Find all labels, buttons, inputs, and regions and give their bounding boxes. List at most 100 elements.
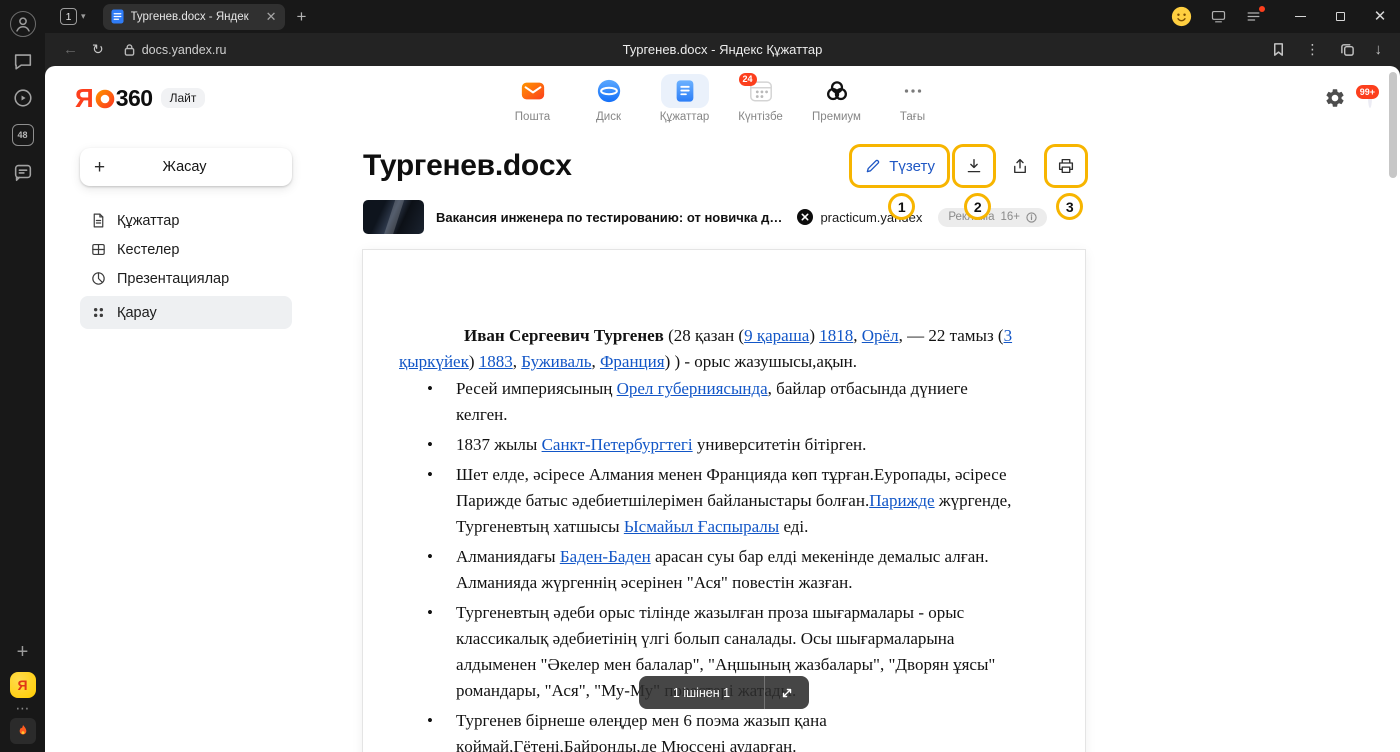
- nav-label: Пошта: [515, 111, 550, 123]
- content-area: Тургенев.docx Түзету: [341, 130, 1400, 752]
- back-icon[interactable]: ←: [63, 41, 78, 58]
- tab-counter-button[interactable]: 1 ▾: [52, 4, 94, 30]
- extensions-kebab-icon[interactable]: ⋮: [1306, 41, 1320, 58]
- menu-icon[interactable]: [1245, 8, 1262, 25]
- scrollbar-thumb[interactable]: [1389, 72, 1397, 178]
- doc-link[interactable]: Франция: [600, 352, 665, 371]
- bookmark-icon[interactable]: [1271, 42, 1286, 57]
- plus-icon: +: [94, 158, 105, 177]
- ad-headline[interactable]: Вакансия инженера по тестированию: от но…: [436, 210, 785, 225]
- app-48-icon[interactable]: 48: [10, 122, 36, 148]
- doc-bullet: Алманиядағы Баден-Баден арасан суы бар е…: [399, 544, 1023, 596]
- doc-link[interactable]: 1883: [479, 352, 513, 371]
- nav-mail[interactable]: Пошта: [495, 74, 571, 123]
- active-tab[interactable]: Тургенев.docx - Яндек ✕: [103, 4, 285, 30]
- downloads-icon[interactable]: ↓: [1375, 41, 1383, 58]
- profile-avatar-icon[interactable]: [1171, 6, 1192, 27]
- presentation-icon: [90, 270, 107, 287]
- download-button[interactable]: [955, 147, 993, 185]
- address-bar-title: Тургенев.docx - Яндекс Құжаттар: [623, 42, 823, 57]
- more-icon: [900, 78, 926, 104]
- doc-link[interactable]: 9 қараша: [744, 326, 809, 345]
- yandex-logo-icon[interactable]: Я: [10, 672, 36, 698]
- app-body: + Жасау Құжаттар Кестелер: [45, 130, 1400, 752]
- app-48-badge: 48: [12, 124, 34, 146]
- person-icon: [12, 13, 34, 35]
- logo-badge: Лайт: [161, 88, 206, 108]
- maximize-button[interactable]: [1320, 0, 1360, 33]
- yandex-360-logo[interactable]: Я 360 Лайт: [75, 85, 205, 111]
- sidebar-list: Құжаттар Кестелер Презентациялар Қа: [80, 206, 292, 329]
- copy-tabs-icon[interactable]: [1340, 42, 1355, 57]
- devices-icon[interactable]: [1210, 8, 1227, 25]
- print-icon: [1057, 157, 1075, 175]
- settings-gear-icon[interactable]: [1324, 87, 1346, 109]
- docs-icon: [672, 78, 698, 104]
- doc-link[interactable]: Парижде: [869, 491, 934, 510]
- share-button[interactable]: [1001, 147, 1039, 185]
- tab-close-icon[interactable]: ✕: [266, 10, 277, 23]
- nav-label: Премиум: [812, 111, 861, 123]
- page-title: Тургенев.docx: [363, 149, 572, 183]
- nav-label: Құжаттар: [660, 111, 709, 123]
- nav-calendar[interactable]: 24 Күнтізбе: [723, 74, 799, 123]
- avatar-notification-badge: 99+: [1356, 85, 1379, 99]
- print-button[interactable]: [1047, 147, 1085, 185]
- doc-link[interactable]: Буживаль: [521, 352, 591, 371]
- sidebar-item-presentations[interactable]: Презентациялар: [80, 264, 292, 293]
- doc-link[interactable]: Орёл: [862, 326, 899, 345]
- services-nav: Пошта Диск Құжаттар: [495, 74, 951, 123]
- document-icon: [90, 212, 107, 229]
- docs-favicon: [111, 9, 124, 24]
- docs-sidebar: + Жасау Құжаттар Кестелер: [45, 130, 341, 752]
- url-text[interactable]: docs.yandex.ru: [142, 43, 227, 57]
- close-button[interactable]: ✕: [1360, 0, 1400, 33]
- info-icon[interactable]: [1026, 212, 1037, 223]
- sidebar-item-tables[interactable]: Кестелер: [80, 235, 292, 264]
- logo-ring-icon: [95, 89, 115, 109]
- user-avatar[interactable]: 99+: [1368, 89, 1372, 107]
- add-panel-icon[interactable]: +: [17, 642, 29, 662]
- nav-disk[interactable]: Диск: [571, 74, 647, 123]
- doc-link[interactable]: Ысмайыл Ғаспыралы: [624, 517, 779, 536]
- disk-icon: [596, 78, 622, 104]
- page-indicator-label: 1 ішінен 1: [639, 686, 764, 700]
- tab-title: Тургенев.docx - Яндек: [131, 11, 259, 23]
- nav-more[interactable]: Тағы: [875, 74, 951, 123]
- address-bar-actions: ⋮ ↓: [1271, 41, 1389, 58]
- fullscreen-button[interactable]: [765, 686, 809, 700]
- table-icon: [90, 241, 107, 258]
- profile-icon[interactable]: [10, 11, 36, 37]
- mail-icon: [520, 78, 546, 104]
- video-call-icon[interactable]: [10, 85, 36, 111]
- tab-bar: 1 ▾ Тургенев.docx - Яндек ✕ +: [45, 0, 1400, 33]
- share-icon: [1011, 157, 1029, 175]
- doc-link[interactable]: 1818: [819, 326, 853, 345]
- doc-link[interactable]: Баден-Баден: [560, 547, 651, 566]
- pinned-site-icon[interactable]: [10, 718, 36, 744]
- download-icon: [965, 157, 983, 175]
- expand-icon: [780, 686, 794, 700]
- nav-docs[interactable]: Құжаттар: [647, 74, 723, 123]
- chat-icon[interactable]: [10, 159, 36, 185]
- create-button[interactable]: + Жасау: [80, 148, 292, 186]
- sidebar-item-view[interactable]: Қарау: [80, 296, 292, 329]
- app-header: Я 360 Лайт Пошта: [45, 66, 1400, 130]
- reload-icon[interactable]: ↻: [92, 41, 104, 58]
- more-dots-icon[interactable]: ⋯: [16, 703, 30, 713]
- new-tab-button[interactable]: +: [297, 8, 307, 25]
- lock-icon[interactable]: [124, 43, 135, 56]
- messenger-icon[interactable]: [10, 48, 36, 74]
- ad-age-rating: 16+: [1000, 211, 1020, 223]
- doc-link[interactable]: Санкт-Петербургтегі: [542, 435, 693, 454]
- pencil-icon: [864, 157, 882, 175]
- minimize-button[interactable]: [1280, 0, 1320, 33]
- doc-link[interactable]: Орел губерниясында: [617, 379, 768, 398]
- yandex-docs-app: Я 360 Лайт Пошта: [45, 66, 1400, 752]
- logo-360: 360: [116, 87, 153, 110]
- edit-button[interactable]: Түзету: [852, 147, 947, 185]
- sidebar-item-documents[interactable]: Құжаттар: [80, 206, 292, 235]
- nav-premium[interactable]: Премиум: [799, 74, 875, 123]
- view-grid-icon: [90, 304, 107, 321]
- page-indicator[interactable]: 1 ішінен 1: [639, 676, 809, 709]
